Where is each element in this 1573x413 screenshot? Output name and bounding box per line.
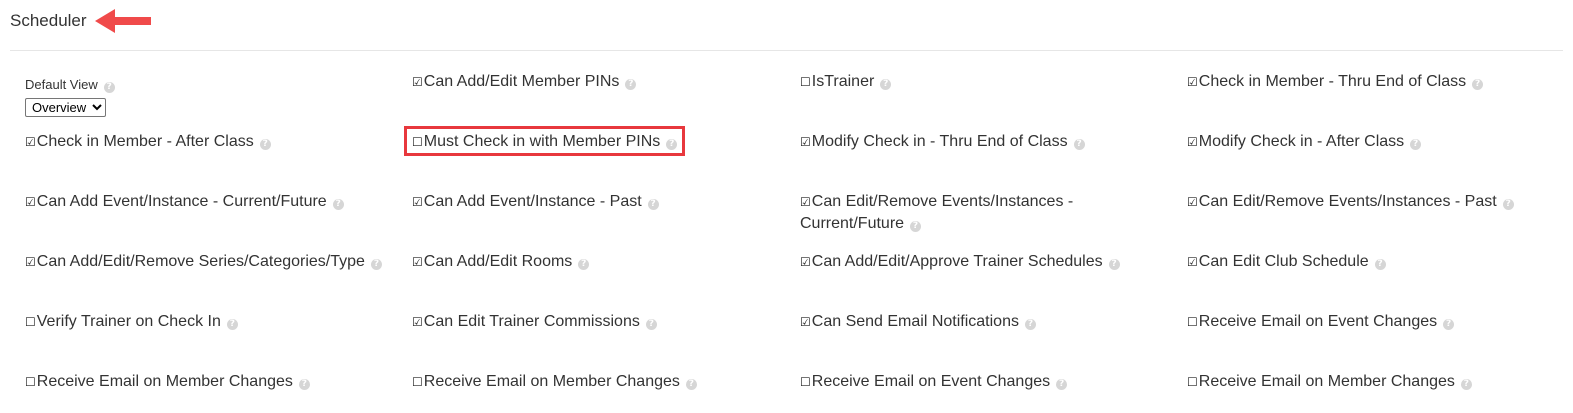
- checkbox-icon[interactable]: ☐: [1187, 375, 1198, 389]
- help-icon[interactable]: ?: [685, 379, 697, 390]
- permission-item[interactable]: ☑Can Edit Club Schedule?: [1187, 251, 1557, 273]
- permission-label: Can Add/Edit/Remove Series/Categories/Ty…: [36, 253, 365, 270]
- help-icon[interactable]: ?: [1024, 319, 1036, 330]
- help-icon[interactable]: ?: [647, 199, 659, 210]
- permission-item[interactable]: ☑Can Edit/Remove Events/Instances - Past…: [1187, 191, 1557, 213]
- help-icon[interactable]: ?: [1460, 379, 1472, 390]
- permission-item[interactable]: ☑Can Add/Edit Rooms?: [412, 251, 782, 273]
- help-icon[interactable]: ?: [1502, 199, 1514, 210]
- checkbox-icon[interactable]: ☑: [800, 315, 811, 329]
- help-icon[interactable]: ?: [578, 259, 590, 270]
- checkbox-icon[interactable]: ☑: [412, 315, 423, 329]
- help-icon[interactable]: ?: [370, 259, 382, 270]
- checkbox-icon[interactable]: ☑: [25, 255, 36, 269]
- permission-label: Check in Member - After Class: [36, 133, 254, 150]
- default-view-field: Default View? Overview: [25, 74, 395, 117]
- permission-label: Can Add/Edit Member PINs: [423, 73, 620, 90]
- checkbox-icon[interactable]: ☑: [800, 135, 811, 149]
- checkbox-icon[interactable]: ☑: [1187, 255, 1198, 269]
- help-icon[interactable]: ?: [1108, 259, 1120, 270]
- permission-label: Can Add/Edit Rooms: [423, 253, 573, 270]
- permission-item[interactable]: ☑Can Add/Edit Member PINs?: [412, 71, 782, 93]
- permission-label: Modify Check in - Thru End of Class: [811, 133, 1068, 150]
- permission-label: Verify Trainer on Check In: [36, 313, 221, 330]
- help-icon[interactable]: ?: [1443, 319, 1455, 330]
- help-icon[interactable]: ?: [259, 139, 271, 150]
- permission-label: Can Add/Edit/Approve Trainer Schedules: [811, 253, 1103, 270]
- permission-item[interactable]: ☑Can Add Event/Instance - Past?: [412, 191, 782, 213]
- help-icon[interactable]: ?: [1073, 139, 1085, 150]
- help-icon[interactable]: ?: [1472, 79, 1484, 90]
- permission-item[interactable]: ☑Check in Member - After Class?: [25, 131, 395, 153]
- help-icon[interactable]: ?: [645, 319, 657, 330]
- permission-item[interactable]: ☐Verify Trainer on Check In?: [25, 311, 395, 333]
- permission-item[interactable]: ☐Receive Email on Member Changes?: [412, 371, 782, 393]
- help-icon[interactable]: ?: [880, 79, 892, 90]
- permission-item[interactable]: ☐Receive Email on Event Changes?: [1187, 311, 1557, 333]
- permission-label: Can Send Email Notifications: [811, 313, 1019, 330]
- permission-item[interactable]: ☑Can Add/Edit/Remove Series/Categories/T…: [25, 251, 385, 273]
- checkbox-icon[interactable]: ☐: [412, 375, 423, 389]
- permission-label: Receive Email on Event Changes: [1198, 313, 1438, 330]
- help-icon[interactable]: ?: [1056, 379, 1068, 390]
- permission-item[interactable]: ☑Can Edit Trainer Commissions?: [412, 311, 782, 333]
- permission-label: Can Edit/Remove Events/Instances - Past: [1198, 193, 1497, 210]
- permission-item[interactable]: ☐IsTrainer?: [800, 71, 1170, 93]
- permission-label: Modify Check in - After Class: [1198, 133, 1405, 150]
- checkbox-icon[interactable]: ☑: [25, 135, 36, 149]
- permission-label: Can Edit Club Schedule: [1198, 253, 1369, 270]
- permission-item[interactable]: ☑Can Edit/Remove Events/Instances - Curr…: [800, 191, 1100, 235]
- default-view-label: Default View: [25, 77, 98, 92]
- permission-label: Can Add Event/Instance - Past: [423, 193, 642, 210]
- permission-item[interactable]: ☑Check in Member - Thru End of Class?: [1187, 71, 1557, 93]
- help-icon[interactable]: ?: [226, 319, 238, 330]
- permission-label: Receive Email on Member Changes: [423, 373, 680, 390]
- checkbox-icon[interactable]: ☑: [1187, 75, 1198, 89]
- checkbox-icon[interactable]: ☐: [25, 375, 36, 389]
- help-icon[interactable]: ?: [910, 221, 922, 232]
- default-view-select[interactable]: Overview: [25, 98, 106, 117]
- permission-item[interactable]: ☑Modify Check in - After Class?: [1187, 131, 1557, 153]
- permission-label: IsTrainer: [811, 73, 875, 90]
- permission-item[interactable]: ☑Modify Check in - Thru End of Class?: [800, 131, 1170, 153]
- checkbox-icon[interactable]: ☐: [800, 75, 811, 89]
- permissions-grid: Default View? Overview ☑Can Add/Edit Mem…: [0, 0, 1573, 413]
- permission-item[interactable]: ☐Receive Email on Member Changes?: [1187, 371, 1557, 393]
- checkbox-icon[interactable]: ☑: [800, 255, 811, 269]
- help-icon[interactable]: ?: [1374, 259, 1386, 270]
- highlight-box: [404, 126, 685, 156]
- checkbox-icon[interactable]: ☑: [25, 195, 36, 209]
- checkbox-icon[interactable]: ☑: [412, 75, 423, 89]
- checkbox-icon[interactable]: ☑: [412, 195, 423, 209]
- help-icon[interactable]: ?: [625, 79, 637, 90]
- checkbox-icon[interactable]: ☑: [800, 195, 811, 209]
- checkbox-icon[interactable]: ☑: [412, 255, 423, 269]
- permission-item[interactable]: ☑Can Add Event/Instance - Current/Future…: [25, 191, 395, 213]
- help-icon[interactable]: ?: [298, 379, 310, 390]
- checkbox-icon[interactable]: ☑: [1187, 195, 1198, 209]
- permission-label: Receive Email on Member Changes: [1198, 373, 1455, 390]
- help-icon[interactable]: ?: [332, 199, 344, 210]
- checkbox-icon[interactable]: ☐: [1187, 315, 1198, 329]
- permission-item[interactable]: ☐Receive Email on Event Changes?: [800, 371, 1170, 393]
- help-icon[interactable]: ?: [103, 82, 115, 93]
- permission-item[interactable]: ☐Receive Email on Member Changes?: [25, 371, 395, 393]
- help-icon[interactable]: ?: [1410, 139, 1422, 150]
- permission-label: Check in Member - Thru End of Class: [1198, 73, 1467, 90]
- permission-label: Can Edit/Remove Events/Instances - Curre…: [800, 193, 1074, 232]
- checkbox-icon[interactable]: ☑: [1187, 135, 1198, 149]
- permission-label: Can Edit Trainer Commissions: [423, 313, 640, 330]
- permission-item[interactable]: ☑Can Add/Edit/Approve Trainer Schedules?: [800, 251, 1170, 273]
- checkbox-icon[interactable]: ☐: [800, 375, 811, 389]
- checkbox-icon[interactable]: ☐: [25, 315, 36, 329]
- permission-label: Receive Email on Member Changes: [36, 373, 293, 390]
- permission-item[interactable]: ☑Can Send Email Notifications?: [800, 311, 1170, 333]
- permission-label: Receive Email on Event Changes: [811, 373, 1051, 390]
- permission-label: Can Add Event/Instance - Current/Future: [36, 193, 327, 210]
